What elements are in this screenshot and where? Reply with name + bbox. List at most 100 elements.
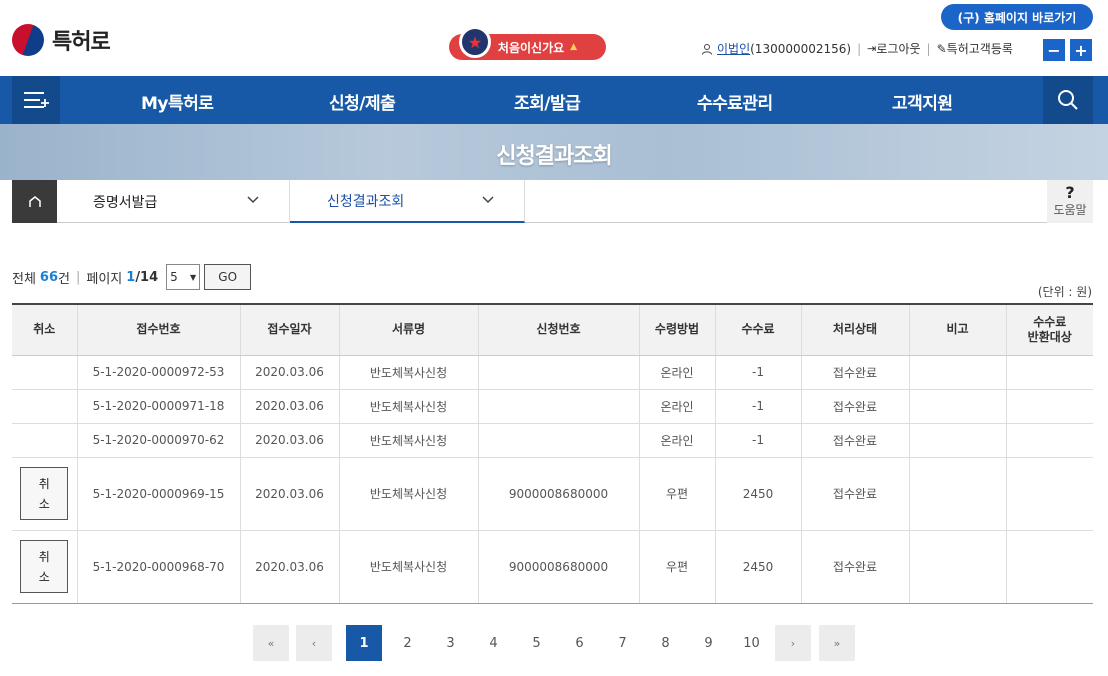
- chevron-down-icon: [247, 192, 259, 208]
- star-badge-icon: ★: [459, 26, 491, 58]
- page-link[interactable]: 6: [558, 625, 601, 661]
- cell-method: 우편: [638, 457, 715, 531]
- cell-receipt-no: 5-1-2020-0000970-62: [76, 423, 240, 458]
- page-link-current[interactable]: 1: [346, 625, 382, 661]
- pencil-icon: ✎: [936, 41, 947, 56]
- user-name-link[interactable]: 이법인: [717, 40, 750, 57]
- cell-date: 2020.03.06: [239, 457, 339, 531]
- col-header-receipt-no: 접수번호: [76, 303, 240, 356]
- next-page-button[interactable]: ›: [775, 625, 811, 661]
- dropdown-arrow-icon: ▼: [190, 272, 197, 282]
- total-label: 전체: [12, 271, 36, 287]
- cell-method: 온라인: [638, 423, 715, 458]
- logout-link[interactable]: 로그아웃: [876, 40, 920, 57]
- arrow-up-icon: ▲: [570, 42, 578, 52]
- col-header-date: 접수일자: [239, 303, 339, 356]
- site-logo[interactable]: 특허로: [12, 24, 111, 56]
- page-link[interactable]: 2: [386, 625, 429, 661]
- home-icon[interactable]: [12, 180, 57, 223]
- user-info: 이법인 (130000002156) | ⇥ 로그아웃 | ✎ 특허고객등록: [701, 40, 1013, 57]
- cell-date: 2020.03.06: [239, 389, 339, 424]
- table-row: 5-1-2020-0000970-62 2020.03.06 반도체복사신청 온…: [12, 423, 1093, 458]
- cell-app-no: [477, 355, 639, 390]
- cell-note: [908, 530, 1006, 604]
- user-icon: [702, 43, 712, 55]
- cell-status: 접수완료: [800, 423, 909, 458]
- cell-method: 우편: [638, 530, 715, 604]
- cell-cancel: 취 소: [12, 457, 77, 531]
- page-link[interactable]: 9: [687, 625, 730, 661]
- first-visit-button[interactable]: ★ 처음이신가요 ▲: [449, 26, 606, 60]
- zoom-out-button[interactable]: −: [1043, 39, 1065, 61]
- total-count: 66: [39, 269, 59, 285]
- col-header-status: 처리상태: [800, 303, 909, 356]
- cell-fee: -1: [714, 355, 801, 390]
- zoom-in-button[interactable]: +: [1070, 39, 1092, 61]
- main-nav: My특허로 신청/제출 조회/발급 수수료관리 고객지원: [0, 76, 1108, 124]
- old-homepage-button[interactable]: (구) 홈페이지 바로가기: [941, 4, 1093, 30]
- page-link[interactable]: 7: [601, 625, 644, 661]
- page-select[interactable]: 5 ▼: [166, 264, 201, 290]
- col-header-doc: 서류명: [338, 303, 478, 356]
- breadcrumb-dropdown-level2[interactable]: 신청결과조회: [290, 180, 525, 223]
- cell-receipt-no: 5-1-2020-0000969-15: [76, 457, 240, 531]
- page-link[interactable]: 8: [644, 625, 687, 661]
- top-bar: 특허로 ★ 처음이신가요 ▲ (구) 홈페이지 바로가기 이법인 (130000…: [0, 0, 1108, 76]
- cell-fee: -1: [714, 389, 801, 424]
- logout-icon: ⇥: [867, 42, 877, 55]
- cell-receipt-no: 5-1-2020-0000972-53: [76, 355, 240, 390]
- nav-fee-management[interactable]: 수수료관리: [697, 89, 773, 114]
- cell-doc: 반도체복사신청: [338, 457, 478, 531]
- divider: |: [926, 41, 931, 56]
- help-button[interactable]: ? 도움말: [1047, 180, 1093, 223]
- cancel-label-line1: 취: [38, 476, 50, 491]
- last-page-button[interactable]: »: [819, 625, 855, 661]
- prev-page-button[interactable]: ‹: [296, 625, 332, 661]
- cell-date: 2020.03.06: [239, 530, 339, 604]
- nav-inquiry-issue[interactable]: 조회/발급: [514, 89, 581, 114]
- cell-refund: [1005, 530, 1093, 604]
- table-row: 취 소 5-1-2020-0000968-70 2020.03.06 반도체복사…: [12, 530, 1093, 604]
- cell-cancel: [12, 389, 77, 424]
- cell-status: 접수완료: [800, 389, 909, 424]
- taegeuk-logo-icon: [12, 24, 44, 56]
- breadcrumb-dropdown-level1[interactable]: 증명서발급: [57, 180, 290, 223]
- col-header-cancel: 취소: [12, 303, 77, 356]
- cell-refund: [1005, 423, 1093, 458]
- col-header-refund: 수수료 반환대상: [1005, 303, 1093, 356]
- cancel-button[interactable]: 취 소: [20, 540, 69, 593]
- cell-refund: [1005, 457, 1093, 531]
- page-link[interactable]: 5: [515, 625, 558, 661]
- cell-refund: [1005, 355, 1093, 390]
- cell-receipt-no: 5-1-2020-0000968-70: [76, 530, 240, 604]
- page-select-value: 5: [170, 270, 178, 284]
- cell-date: 2020.03.06: [239, 355, 339, 390]
- customer-register-link[interactable]: 특허고객등록: [947, 40, 1013, 57]
- col-header-fee: 수수료: [714, 303, 801, 356]
- table-header-row: 취소 접수번호 접수일자 서류명 신청번호 수령방법 수수료 처리상태 비고 수…: [12, 303, 1093, 356]
- page-link[interactable]: 10: [730, 625, 773, 661]
- cancel-label-line1: 취: [38, 549, 50, 564]
- menu-icon[interactable]: [12, 76, 60, 124]
- nav-customer-support[interactable]: 고객지원: [892, 89, 953, 114]
- page-title: 신청결과조회: [496, 144, 612, 169]
- cancel-label-line2: 소: [38, 569, 50, 584]
- first-page-button[interactable]: «: [253, 625, 289, 661]
- cancel-button[interactable]: 취 소: [20, 467, 69, 520]
- page-link[interactable]: 4: [472, 625, 515, 661]
- col-header-note: 비고: [908, 303, 1006, 356]
- breadcrumb-level2-label: 신청결과조회: [327, 193, 405, 210]
- result-summary: 전체 66 건 | 페이지 1 /14 5 ▼ GO: [12, 264, 252, 290]
- nav-my-patent[interactable]: My특허로: [141, 89, 214, 114]
- pagination: « ‹ 1 2 3 4 5 6 7 8 9 10 › »: [253, 625, 855, 661]
- nav-apply-submit[interactable]: 신청/제출: [329, 89, 396, 114]
- first-visit-label: 처음이신가요: [497, 40, 565, 55]
- page-link[interactable]: 3: [429, 625, 472, 661]
- cell-refund: [1005, 389, 1093, 424]
- search-icon[interactable]: [1043, 76, 1093, 124]
- cell-fee: -1: [714, 423, 801, 458]
- cancel-label-line2: 소: [38, 496, 50, 511]
- go-button[interactable]: GO: [204, 264, 252, 290]
- cell-doc: 반도체복사신청: [338, 423, 478, 458]
- cell-receipt-no: 5-1-2020-0000971-18: [76, 389, 240, 424]
